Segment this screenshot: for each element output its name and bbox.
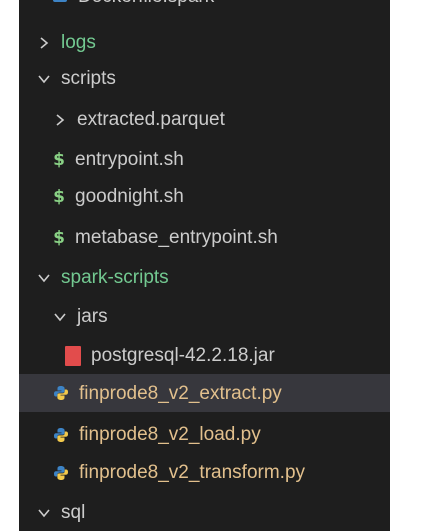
tree-item-postgresql-jar[interactable]: postgresql-42.2.18.jar bbox=[19, 337, 390, 374]
tree-item-jars[interactable]: jars bbox=[19, 298, 390, 335]
tree-item-goodnight-sh[interactable]: $ goodnight.sh bbox=[19, 178, 390, 215]
docker-icon bbox=[52, 0, 68, 4]
tree-item-metabase-entrypoint-sh[interactable]: $ metabase_entrypoint.sh bbox=[19, 219, 390, 256]
file-explorer-tree: Dockerfile.spark logs scripts extracted.… bbox=[19, 0, 390, 531]
shell-dollar-icon: $ bbox=[53, 186, 65, 207]
tree-item-label: finprode8_v2_transform.py bbox=[79, 462, 306, 483]
chevron-down-icon[interactable] bbox=[37, 72, 51, 86]
tree-item-label: postgresql-42.2.18.jar bbox=[91, 345, 275, 366]
tree-item-extracted-parquet[interactable]: extracted.parquet bbox=[19, 101, 390, 138]
chevron-right-icon[interactable] bbox=[53, 113, 67, 127]
tree-item-spark-scripts[interactable]: spark-scripts bbox=[19, 259, 390, 296]
tree-item-finprode8-v2-extract-py[interactable]: finprode8_v2_extract.py bbox=[19, 374, 390, 412]
jar-icon bbox=[65, 345, 81, 366]
tree-item-finprode8-v2-transform-py[interactable]: finprode8_v2_transform.py bbox=[19, 454, 390, 491]
tree-item-scripts[interactable]: scripts bbox=[19, 60, 390, 97]
chevron-down-icon[interactable] bbox=[37, 506, 51, 520]
tree-item-label: finprode8_v2_load.py bbox=[79, 424, 261, 445]
chevron-right-icon[interactable] bbox=[37, 36, 51, 50]
tree-item-label: scripts bbox=[61, 68, 116, 89]
python-icon bbox=[53, 385, 69, 401]
tree-item-label: Dockerfile.spark bbox=[78, 0, 214, 15]
tree-item-label: goodnight.sh bbox=[75, 186, 184, 207]
tree-item-label: spark-scripts bbox=[61, 267, 169, 288]
tree-item-label: extracted.parquet bbox=[77, 109, 225, 130]
tree-item-logs[interactable]: logs bbox=[19, 24, 390, 61]
tree-item-label: sql bbox=[61, 502, 86, 523]
chevron-down-icon[interactable] bbox=[37, 271, 51, 285]
python-icon bbox=[53, 427, 69, 443]
shell-dollar-icon: $ bbox=[53, 227, 65, 248]
chevron-down-icon[interactable] bbox=[53, 310, 67, 324]
tree-item-entrypoint-sh[interactable]: $ entrypoint.sh bbox=[19, 141, 390, 178]
tree-item-label: logs bbox=[61, 32, 96, 53]
shell-dollar-icon: $ bbox=[53, 149, 65, 170]
tree-item-label: finprode8_v2_extract.py bbox=[79, 382, 282, 404]
tree-item-dockerfile-spark[interactable]: Dockerfile.spark bbox=[19, 0, 390, 15]
tree-item-label: metabase_entrypoint.sh bbox=[75, 227, 278, 248]
tree-item-label: jars bbox=[77, 306, 108, 327]
tree-item-label: entrypoint.sh bbox=[75, 149, 184, 170]
screenshot-canvas: Dockerfile.spark logs scripts extracted.… bbox=[0, 0, 424, 531]
tree-item-sql[interactable]: sql bbox=[19, 494, 390, 531]
tree-item-finprode8-v2-load-py[interactable]: finprode8_v2_load.py bbox=[19, 416, 390, 453]
python-icon bbox=[53, 465, 69, 481]
